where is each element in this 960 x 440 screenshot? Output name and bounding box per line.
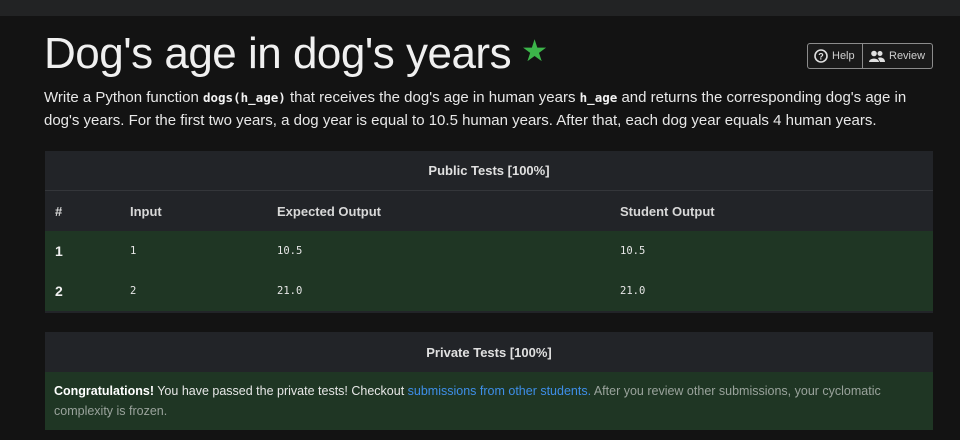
table-row: 1 1 10.5 10.5 xyxy=(45,231,933,271)
review-label: Review xyxy=(889,50,926,62)
review-button[interactable]: Review xyxy=(863,43,933,69)
row-student-output: 10.5 xyxy=(620,245,646,257)
row-number: 2 xyxy=(55,283,63,299)
top-navbar xyxy=(0,0,960,16)
page-title-text: Dog's age in dog's years xyxy=(44,29,512,78)
parameter-name: h_age xyxy=(579,90,618,105)
problem-description: Write a Python function dogs(h_age) that… xyxy=(44,86,932,132)
users-icon xyxy=(869,50,885,62)
description-text: Write a Python function xyxy=(44,89,203,106)
congratulations-text: Congratulations! xyxy=(54,384,154,398)
column-header-input: Input xyxy=(130,203,162,219)
question-circle-icon: ? xyxy=(814,49,828,63)
star-icon: ★ xyxy=(521,35,548,69)
help-button[interactable]: ? Help xyxy=(807,43,863,69)
row-expected-output: 10.5 xyxy=(277,245,303,257)
row-student-output: 21.0 xyxy=(620,285,646,297)
public-tests-panel: Public Tests [100%] # Input Expected Out… xyxy=(45,151,933,313)
other-submissions-link[interactable]: submissions from other students. xyxy=(408,384,591,398)
row-input: 2 xyxy=(130,285,137,297)
table-row: 2 2 21.0 21.0 xyxy=(45,271,933,311)
private-tests-message: Congratulations! You have passed the pri… xyxy=(45,372,933,430)
function-signature: dogs(h_age) xyxy=(202,90,286,105)
column-header-student: Student Output xyxy=(620,203,715,219)
table-header-row: # Input Expected Output Student Output xyxy=(45,191,933,231)
public-tests-title: Public Tests [100%] xyxy=(45,151,933,191)
svg-text:?: ? xyxy=(818,52,824,62)
description-text: that receives the dog's age in human yea… xyxy=(285,89,580,106)
row-number: 1 xyxy=(55,243,63,259)
page-title: Dog's age in dog's years ★ xyxy=(44,28,548,82)
private-tests-title: Private Tests [100%] xyxy=(426,344,552,360)
row-expected-output: 21.0 xyxy=(277,285,303,297)
column-header-expected: Expected Output xyxy=(277,203,382,219)
row-input: 1 xyxy=(130,245,137,257)
column-header-number: # xyxy=(55,203,63,219)
passed-message: You have passed the private tests! Check… xyxy=(154,384,408,398)
toolbar: ? Help Review xyxy=(807,43,933,69)
private-tests-panel: Private Tests [100%] Congratulations! Yo… xyxy=(45,332,933,430)
help-label: Help xyxy=(832,50,855,62)
